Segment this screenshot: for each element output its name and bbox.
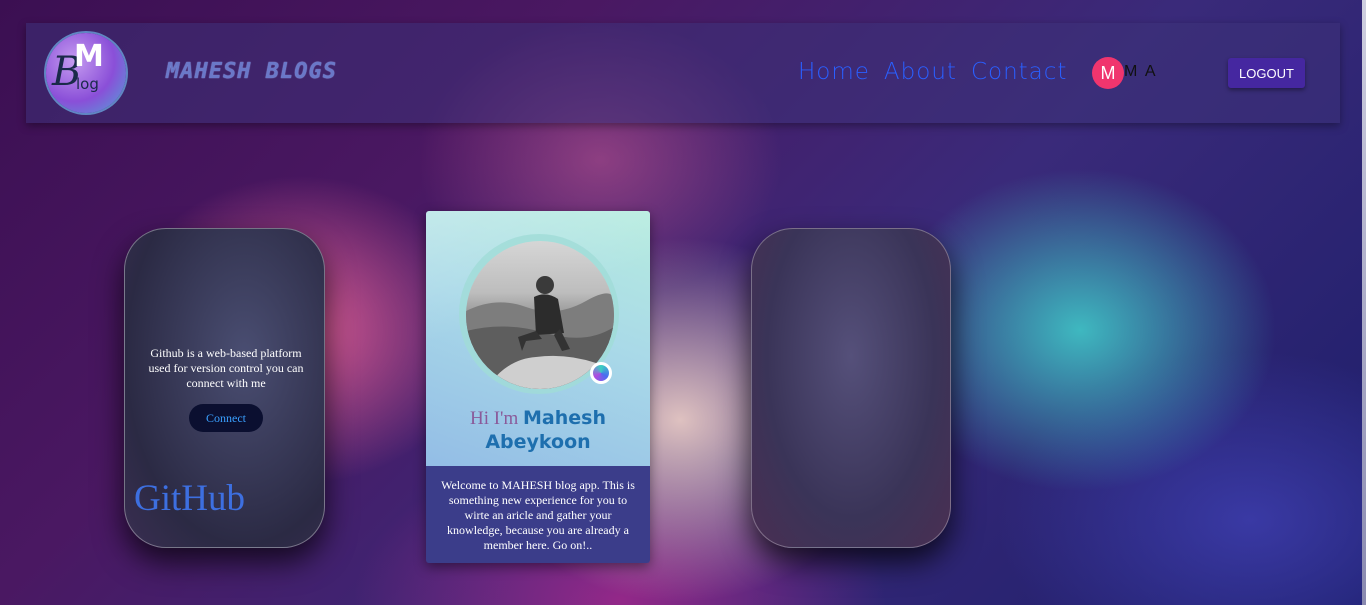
brand-title[interactable]: MAHESH BLOGS [166, 59, 337, 84]
empty-card [751, 228, 951, 548]
connect-button[interactable]: Connect [189, 404, 263, 432]
github-title: GitHub [134, 478, 245, 519]
online-status-icon [590, 362, 612, 384]
github-description: Github is a web-based platform used for … [148, 346, 304, 390]
user-initials: M A [1124, 63, 1158, 80]
nav-about-link[interactable]: About [884, 59, 957, 85]
profile-first-name: Mahesh [523, 407, 606, 429]
profile-last-name: Abeykoon [485, 431, 591, 453]
profile-body: Welcome to MAHESH blog app. This is some… [426, 466, 650, 563]
top-navbar: B M log MAHESH BLOGS Home About Contact … [26, 23, 1340, 123]
scrollbar[interactable] [1362, 0, 1366, 605]
profile-card: Hi I'm Mahesh Abeykoon Welcome to MAHESH… [426, 211, 650, 563]
logout-button[interactable]: LOGOUT [1228, 58, 1305, 88]
nav-home-link[interactable]: Home [798, 59, 870, 85]
site-logo[interactable]: B M log [46, 33, 126, 113]
main-nav: Home About Contact [798, 59, 1067, 85]
profile-greeting: Hi I'm Mahesh Abeykoon [426, 407, 650, 453]
github-card: Github is a web-based platform used for … [124, 228, 325, 548]
profile-header: Hi I'm Mahesh Abeykoon [426, 211, 650, 466]
user-avatar[interactable]: M [1092, 57, 1124, 89]
nav-contact-link[interactable]: Contact [971, 59, 1067, 85]
welcome-text: Welcome to MAHESH blog app. This is some… [441, 478, 635, 552]
